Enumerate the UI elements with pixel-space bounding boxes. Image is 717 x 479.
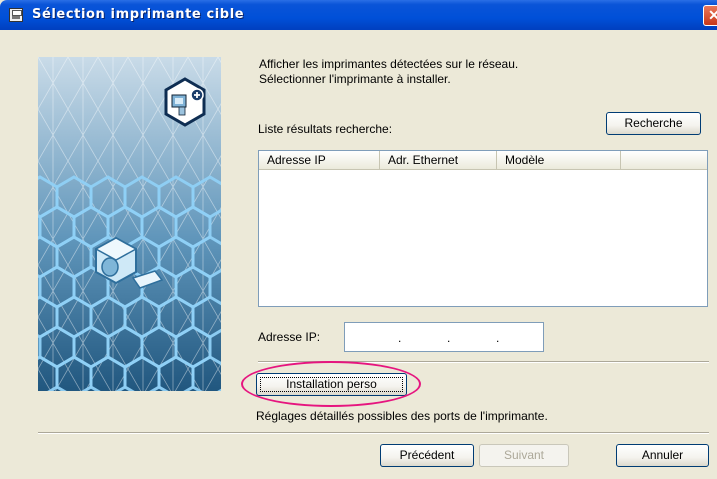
search-button[interactable]: Recherche — [606, 112, 701, 135]
results-list[interactable]: Adresse IP Adr. Ethernet Modèle — [258, 150, 708, 307]
instruction-line-1: Afficher les imprimantes détectées sur l… — [259, 57, 519, 71]
separator-line — [258, 361, 709, 363]
computer-add-badge-icon — [164, 77, 206, 127]
ip-separator: . — [398, 331, 402, 345]
instruction-line-2: Sélectionner l'imprimante à installer. — [259, 72, 451, 86]
results-list-header: Adresse IP Adr. Ethernet Modèle — [259, 151, 707, 170]
column-header-ip[interactable]: Adresse IP — [259, 151, 380, 170]
network-illustration — [38, 57, 221, 391]
footer-separator — [38, 432, 709, 434]
ip-address-label: Adresse IP: — [258, 330, 321, 344]
column-header-model[interactable]: Modèle — [497, 151, 621, 170]
column-header-ethernet[interactable]: Adr. Ethernet — [380, 151, 497, 170]
printer-app-icon — [9, 8, 23, 22]
title-bar[interactable]: Sélection imprimante cible ✕ — [0, 0, 717, 30]
window-title: Sélection imprimante cible — [32, 7, 245, 22]
dialog-window: Sélection imprimante cible ✕ Afficher le… — [0, 0, 717, 479]
column-header-filler — [621, 151, 707, 170]
custom-install-description: Réglages détaillés possibles des ports d… — [256, 409, 548, 423]
next-button[interactable]: Suivant — [479, 444, 569, 467]
ip-separator: . — [496, 331, 500, 345]
custom-install-button[interactable]: Installation perso — [256, 373, 407, 396]
ip-separator: . — [447, 331, 451, 345]
previous-button[interactable]: Précédent — [380, 444, 474, 467]
ip-address-input[interactable]: . . . — [344, 322, 544, 352]
close-button[interactable]: ✕ — [703, 5, 717, 26]
search-results-label: Liste résultats recherche: — [258, 122, 393, 136]
cancel-button[interactable]: Annuler — [616, 444, 709, 467]
